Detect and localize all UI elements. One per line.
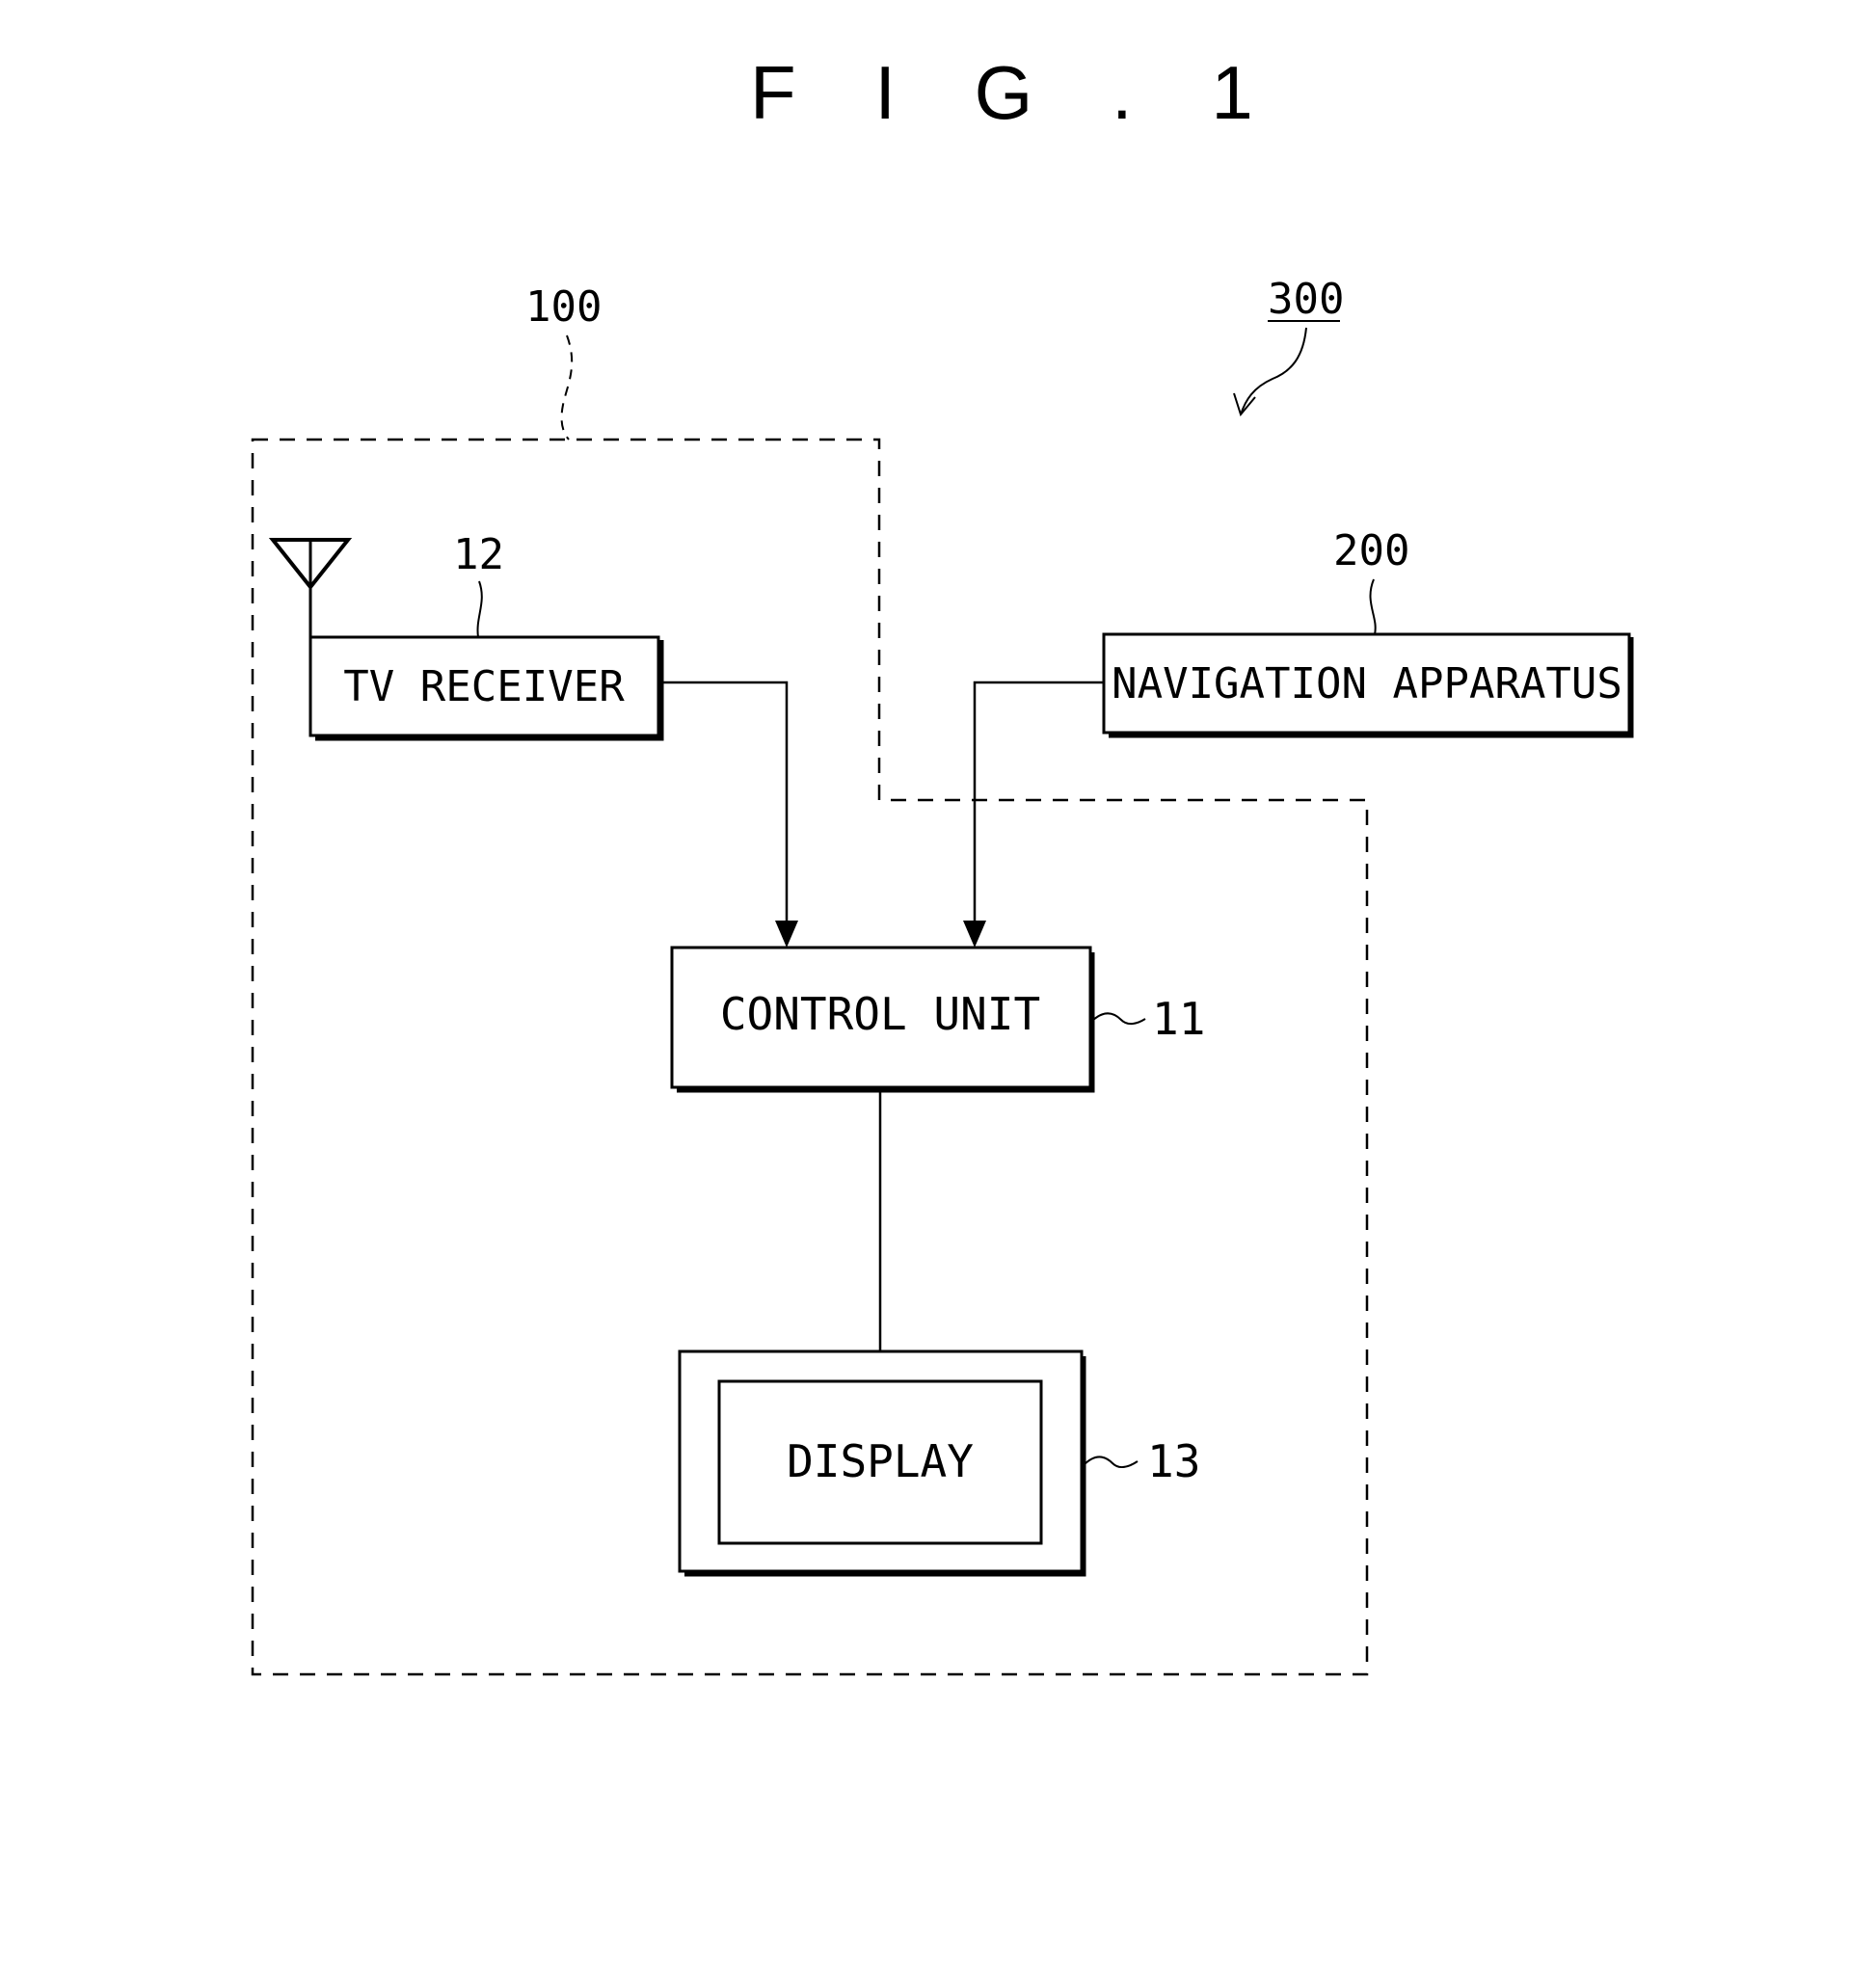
figure-title: F I G . 1	[750, 50, 1282, 135]
navigation-leader	[1369, 578, 1377, 635]
control-unit-label: CONTROL UNIT	[720, 988, 1040, 1040]
tv-receiver-label: TV RECEIVER	[343, 662, 625, 711]
nav-to-control-connector	[973, 681, 1104, 925]
control-unit-block: CONTROL UNIT	[670, 946, 1095, 1093]
antenna-icon	[268, 538, 353, 637]
arrowhead-icon	[963, 921, 986, 948]
navigation-ref: 200	[1333, 526, 1409, 575]
display-leader	[1083, 1456, 1139, 1469]
block-diagram: F I G . 1 100 300 TV RECEIVER 12 NAVIGAT…	[251, 50, 1634, 1676]
navigation-apparatus-label: NAVIGATION APPARATUS	[1112, 659, 1622, 708]
device-100-ref: 100	[525, 282, 602, 332]
tv-receiver-ref: 12	[453, 530, 504, 579]
tv-to-control-connector	[658, 681, 789, 925]
device-100-leader	[560, 334, 574, 441]
navigation-apparatus-block: NAVIGATION APPARATUS	[1102, 632, 1634, 738]
system-300-ref: 300	[1268, 275, 1344, 324]
control-unit-ref: 11	[1152, 993, 1205, 1045]
display-block: DISPLAY	[678, 1349, 1086, 1577]
control-unit-leader	[1091, 1012, 1146, 1026]
display-ref: 13	[1147, 1435, 1200, 1487]
tv-receiver-leader	[476, 580, 483, 638]
tv-receiver-block: TV RECEIVER	[308, 635, 664, 741]
arrowhead-icon	[775, 921, 798, 948]
display-label: DISPLAY	[787, 1435, 974, 1487]
